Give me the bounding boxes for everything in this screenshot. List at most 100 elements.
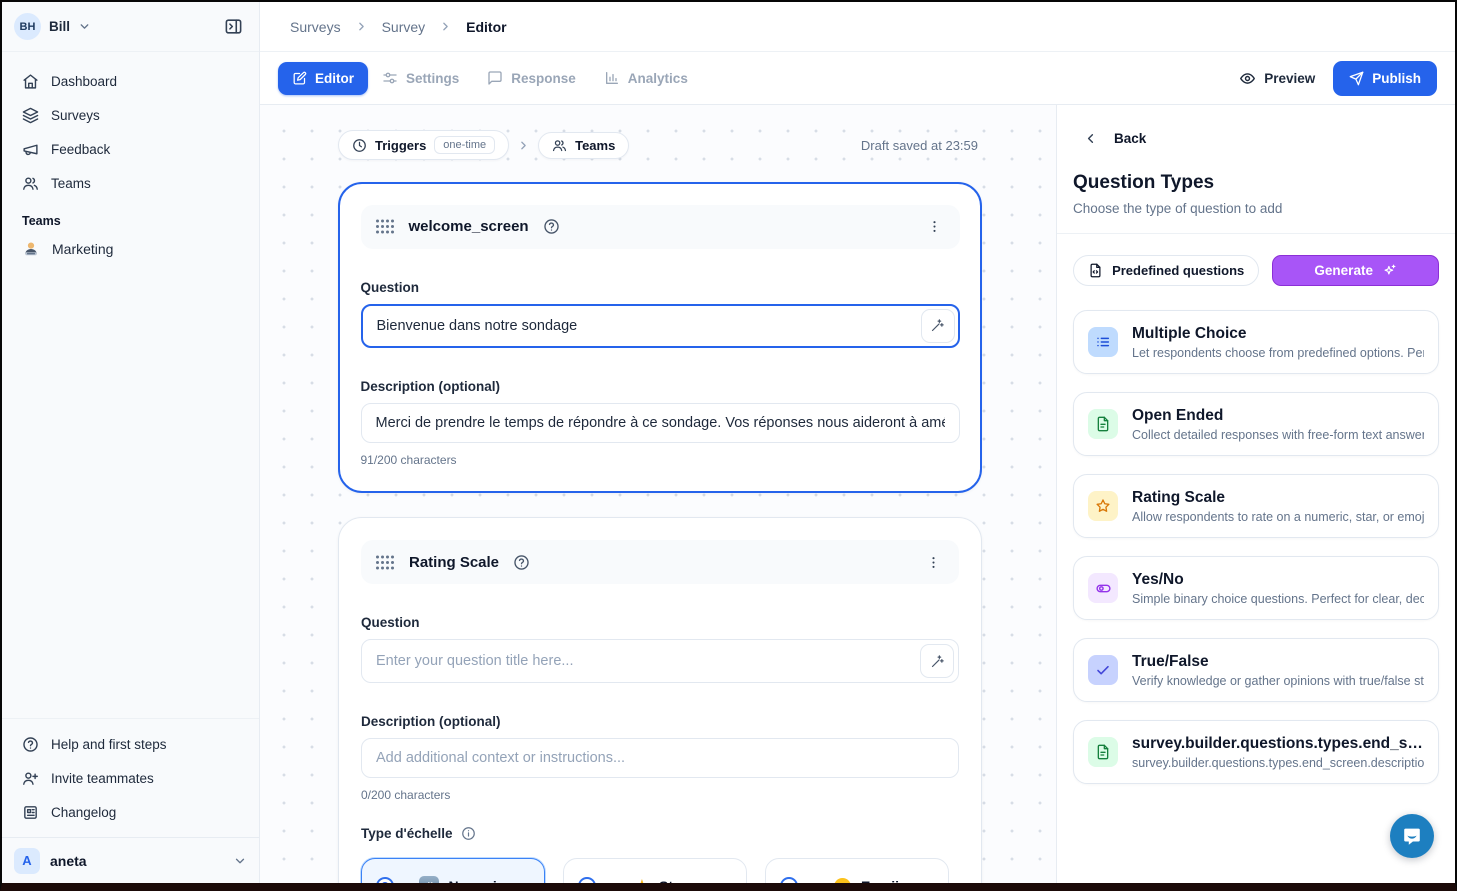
type-card-open-ended[interactable]: Open Ended Collect detailed responses wi…: [1073, 392, 1439, 456]
tab-label: Settings: [406, 71, 459, 86]
type-card-end-screen[interactable]: survey.builder.questions.types.end_scr..…: [1073, 720, 1439, 784]
question-description-input[interactable]: [361, 403, 960, 443]
scale-type-label: Type d'échelle: [361, 826, 453, 841]
sidebar-item-changelog[interactable]: Changelog: [12, 795, 249, 829]
sidebar-item-label: Marketing: [52, 241, 113, 257]
chat-bubble-icon: [487, 70, 503, 86]
description-input-wrap: [361, 403, 960, 443]
tab-response[interactable]: Response: [473, 61, 590, 95]
scale-option-emoji[interactable]: Emoji: [765, 858, 949, 883]
type-card-rating-scale[interactable]: Rating Scale Allow respondents to rate o…: [1073, 474, 1439, 538]
scale-options: # Numeric ★ Stars: [361, 858, 959, 883]
users-icon: [22, 175, 39, 192]
question-help-icon[interactable]: [513, 554, 530, 571]
breadcrumb-editor: Editor: [466, 19, 506, 35]
type-card-true-false[interactable]: True/False Verify knowledge or gather op…: [1073, 638, 1439, 702]
type-card-yes-no[interactable]: Yes/No Simple binary choice questions. P…: [1073, 556, 1439, 620]
question-help-icon[interactable]: [543, 218, 560, 235]
type-card-multiple-choice[interactable]: Multiple Choice Let respondents choose f…: [1073, 310, 1439, 374]
user-name[interactable]: Bill: [49, 19, 70, 34]
preview-button[interactable]: Preview: [1239, 70, 1315, 87]
sidebar-item-feedback[interactable]: Feedback: [12, 132, 249, 166]
sidebar-item-label: Teams: [51, 176, 91, 191]
question-card-title: welcome_screen: [409, 218, 529, 235]
main-area: Surveys Survey Editor Editor Setting: [260, 2, 1455, 883]
help-circle-icon: [22, 736, 39, 753]
sidebar-item-teams[interactable]: Teams: [12, 166, 249, 200]
description-field-label: Description (optional): [361, 714, 959, 729]
type-description: Verify knowledge or gather opinions with…: [1132, 674, 1424, 688]
canvas-top-row: Triggers one-time Teams Draft saved at 2…: [338, 130, 978, 160]
chevron-right-icon: [439, 20, 452, 33]
file-code-icon: [1088, 263, 1103, 278]
trigger-frequency-badge: one-time: [434, 136, 495, 154]
info-icon[interactable]: [461, 826, 476, 841]
triggers-pill[interactable]: Triggers one-time: [338, 130, 509, 160]
chat-launcher-button[interactable]: [1390, 814, 1434, 858]
question-title-input[interactable]: [361, 304, 960, 348]
breadcrumb-survey[interactable]: Survey: [382, 19, 426, 35]
sidebar-item-marketing[interactable]: Marketing: [12, 232, 249, 266]
sidebar-item-label: Changelog: [51, 805, 116, 820]
question-card-welcome[interactable]: welcome_screen Question: [338, 182, 982, 493]
chevron-right-icon: [517, 139, 530, 152]
magic-wand-icon[interactable]: [920, 644, 954, 678]
generate-button[interactable]: Generate: [1272, 255, 1439, 286]
survey-canvas: Triggers one-time Teams Draft saved at 2…: [260, 105, 1056, 883]
sidebar-item-help[interactable]: Help and first steps: [12, 727, 249, 761]
back-button[interactable]: Back: [1073, 131, 1146, 146]
megaphone-icon: [22, 141, 39, 158]
tab-settings[interactable]: Settings: [368, 61, 473, 95]
collapse-sidebar-button[interactable]: [220, 13, 247, 40]
avatar[interactable]: BH: [14, 13, 41, 40]
sidebar-item-invite[interactable]: Invite teammates: [12, 761, 249, 795]
toggle-icon: [1088, 573, 1118, 603]
question-title-input[interactable]: [361, 639, 959, 683]
drag-handle-icon[interactable]: [375, 555, 395, 570]
publish-button[interactable]: Publish: [1333, 61, 1437, 96]
send-icon: [1349, 71, 1364, 86]
user-plus-icon: [22, 770, 39, 787]
kebab-menu-icon[interactable]: [922, 551, 945, 574]
chevron-left-icon: [1083, 131, 1098, 146]
radio-icon: [780, 877, 798, 883]
predefined-questions-button[interactable]: Predefined questions: [1073, 255, 1259, 286]
sidebar-item-dashboard[interactable]: Dashboard: [12, 64, 249, 98]
teams-pill[interactable]: Teams: [538, 132, 629, 159]
scale-option-label: Numeric: [448, 878, 504, 883]
type-title: survey.builder.questions.types.end_scr..…: [1132, 735, 1424, 753]
tab-editor[interactable]: Editor: [278, 62, 368, 95]
panel-actions: Predefined questions Generate: [1073, 255, 1439, 286]
home-icon: [22, 73, 39, 90]
predefined-questions-label: Predefined questions: [1112, 263, 1244, 278]
sidebar-item-surveys[interactable]: Surveys: [12, 98, 249, 132]
question-field-label: Question: [361, 615, 959, 630]
eye-icon: [1239, 70, 1256, 87]
tab-label: Analytics: [628, 71, 688, 86]
sliders-icon: [382, 70, 398, 86]
editor-toolbar: Editor Settings Response Analytics: [260, 52, 1455, 105]
breadcrumb-surveys[interactable]: Surveys: [290, 19, 341, 35]
magic-wand-icon[interactable]: [921, 309, 955, 343]
chat-smile-icon: [1401, 825, 1423, 847]
kebab-menu-icon[interactable]: [923, 215, 946, 238]
scale-option-numeric[interactable]: # Numeric: [361, 858, 545, 883]
tab-analytics[interactable]: Analytics: [590, 61, 702, 95]
sidebar-nav: Dashboard Surveys Feedback Teams: [2, 52, 259, 266]
drag-handle-icon[interactable]: [375, 219, 395, 234]
type-title: Rating Scale: [1132, 489, 1424, 507]
question-description-input[interactable]: [361, 738, 959, 778]
question-field-label: Question: [361, 280, 960, 295]
scale-option-stars[interactable]: ★ Stars: [563, 858, 747, 883]
question-input-wrap: [361, 639, 959, 683]
layers-icon: [22, 107, 39, 124]
triggers-label: Triggers: [375, 138, 426, 153]
users-icon: [552, 138, 567, 153]
pencil-square-icon: [292, 71, 307, 86]
teams-section-label: Teams: [22, 214, 249, 228]
question-card-rating[interactable]: Rating Scale Question: [338, 517, 982, 883]
org-switcher[interactable]: A aneta: [2, 837, 259, 883]
document-icon: [1088, 409, 1118, 439]
tab-label: Editor: [315, 71, 354, 86]
star-emoji-icon: ★: [634, 877, 650, 883]
